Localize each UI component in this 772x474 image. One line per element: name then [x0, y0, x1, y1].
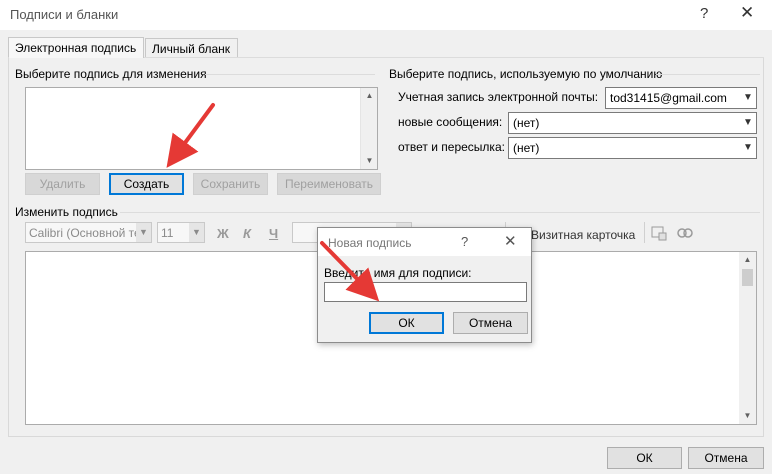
arrow-to-create-icon	[166, 103, 215, 168]
arrow-to-input-icon	[320, 241, 380, 302]
annotation-arrows	[166, 103, 380, 302]
